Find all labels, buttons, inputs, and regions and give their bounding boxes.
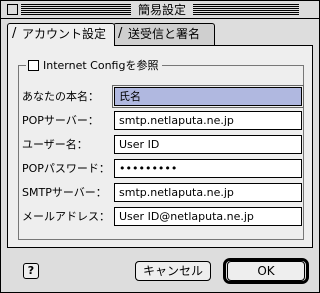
tab-send-receive-signature[interactable]: / 送受信と署名	[113, 23, 215, 45]
tab-slash-icon: /	[118, 26, 123, 41]
window-title: 簡易設定	[131, 2, 193, 18]
title-stripes-right	[193, 4, 299, 16]
title-stripes-left	[21, 4, 131, 16]
internet-config-label: Internet Configを参照	[43, 59, 159, 72]
smtp-server-label: SMTPサーバー：	[22, 186, 107, 199]
pop-password-label: POPパスワード：	[22, 162, 110, 175]
internet-config-option[interactable]: Internet Configを参照	[26, 57, 163, 73]
tab-account-settings[interactable]: / アカウント設定	[7, 23, 115, 46]
pop-server-field[interactable]: smtp.netlaputa.ne.jp	[114, 111, 302, 130]
pop-server-label: POPサーバー：	[22, 114, 99, 127]
smtp-server-field[interactable]: smtp.netlaputa.ne.jp	[114, 183, 302, 202]
close-box-icon[interactable]	[7, 4, 18, 15]
cancel-button[interactable]: キャンセル	[135, 261, 211, 281]
pop-password-field[interactable]: •••••••••	[114, 159, 302, 178]
tab-label: アカウント設定	[22, 27, 107, 41]
email-address-field[interactable]: User ID@netlaputa.ne.jp	[114, 207, 302, 226]
username-field[interactable]: User ID	[114, 135, 302, 154]
title-bar[interactable]: 簡易設定	[1, 1, 319, 19]
tab-slash-icon: /	[12, 26, 17, 41]
real-name-label: あなたの本名：	[22, 90, 99, 103]
settings-panel: Internet Configを参照 あなたの本名： 氏名 POPサーバー： s…	[7, 45, 313, 248]
real-name-field[interactable]: 氏名	[112, 85, 304, 108]
dialog-window: 簡易設定 / アカウント設定 / 送受信と署名 Internet Configを…	[0, 0, 320, 293]
ok-button[interactable]: OK	[227, 261, 305, 281]
email-address-label: メールアドレス：	[22, 210, 110, 223]
tab-label: 送受信と署名	[128, 27, 201, 41]
internet-config-checkbox[interactable]	[28, 59, 39, 71]
help-icon[interactable]: ?	[23, 263, 39, 279]
username-label: ユーザー名：	[22, 138, 88, 151]
